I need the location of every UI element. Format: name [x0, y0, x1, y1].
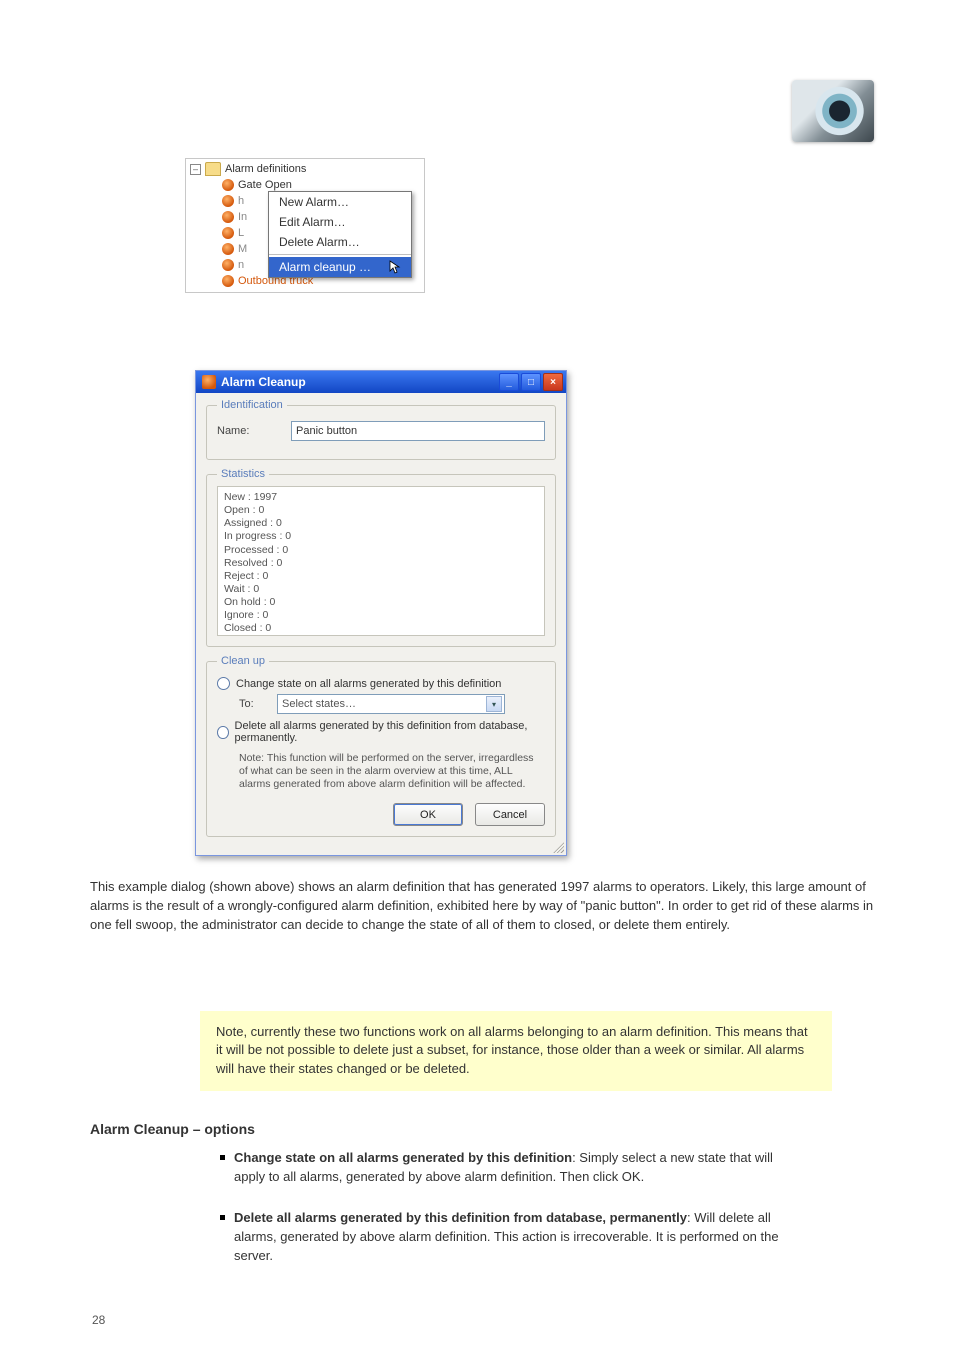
stat-row: Open : 0	[224, 504, 538, 517]
alarm-cleanup-dialog: Alarm Cleanup _ □ × Identification Name:…	[195, 370, 567, 856]
stat-row: Processed : 0	[224, 544, 538, 557]
ctx-delete-alarm[interactable]: Delete Alarm…	[269, 232, 411, 252]
cleanup-group: Clean up Change state on all alarms gene…	[206, 655, 556, 837]
cancel-button[interactable]: Cancel	[475, 803, 545, 826]
stat-row: Closed : 0	[224, 622, 538, 635]
ok-button[interactable]: OK	[393, 803, 463, 826]
name-field-value: Panic button	[296, 425, 357, 437]
state-select[interactable]: Select states… ▾	[277, 694, 505, 714]
body-text: This example dialog (shown above) shows …	[90, 878, 874, 1288]
identification-group: Identification Name: Panic button	[206, 399, 556, 460]
tree-item-label: M	[238, 243, 247, 255]
statistics-legend: Statistics	[217, 468, 269, 480]
stat-row: Resolved : 0	[224, 557, 538, 570]
stat-row: On hold : 0	[224, 596, 538, 609]
to-label: To:	[239, 698, 265, 710]
folder-icon	[205, 162, 221, 176]
dialog-titlebar[interactable]: Alarm Cleanup _ □ ×	[196, 371, 566, 393]
alarm-icon	[222, 243, 234, 255]
paragraph: This example dialog (shown above) shows …	[90, 878, 874, 935]
radio-delete-all[interactable]: Delete all alarms generated by this defi…	[217, 720, 545, 744]
context-menu: New Alarm… Edit Alarm… Delete Alarm… Ala…	[268, 191, 412, 278]
radio-icon	[217, 677, 230, 690]
ctx-new-alarm[interactable]: New Alarm…	[269, 192, 411, 212]
radio-change-state-label: Change state on all alarms generated by …	[236, 678, 501, 690]
note-box: Note, currently these two functions work…	[200, 1011, 832, 1092]
list-item-lead: Delete all alarms generated by this defi…	[234, 1210, 687, 1225]
collapse-icon: –	[190, 164, 201, 175]
statistics-box: New : 1997 Open : 0 Assigned : 0 In prog…	[217, 486, 545, 636]
stat-row: In progress : 0	[224, 530, 538, 543]
ctx-alarm-cleanup[interactable]: Alarm cleanup …	[269, 257, 411, 277]
ctx-edit-alarm[interactable]: Edit Alarm…	[269, 212, 411, 232]
resize-grip-icon[interactable]	[552, 841, 564, 853]
alarm-icon	[222, 227, 234, 239]
minimize-button[interactable]: _	[499, 373, 519, 391]
chevron-down-icon: ▾	[486, 696, 502, 712]
stat-row: Assigned : 0	[224, 517, 538, 530]
tree-item-label: h	[238, 195, 244, 207]
page-number: 28	[92, 1313, 105, 1327]
stat-row: Reject : 0	[224, 570, 538, 583]
stat-row: Ignore : 0	[224, 609, 538, 622]
dialog-title: Alarm Cleanup	[221, 375, 306, 389]
tree-item-label: In	[238, 211, 247, 223]
statistics-group: Statistics New : 1997 Open : 0 Assigned …	[206, 468, 556, 647]
alarm-icon	[222, 179, 234, 191]
section-heading: Alarm Cleanup – options	[90, 1119, 874, 1139]
alarm-icon	[222, 195, 234, 207]
list-item-lead: Change state on all alarms generated by …	[234, 1150, 572, 1165]
tree-item-label: Gate Open	[238, 179, 292, 191]
identification-legend: Identification	[217, 399, 287, 411]
context-menu-separator	[269, 254, 411, 255]
radio-icon	[217, 726, 229, 739]
maximize-button[interactable]: □	[521, 373, 541, 391]
name-label: Name:	[217, 425, 273, 437]
cleanup-note: Note: This function will be performed on…	[239, 752, 539, 791]
alarm-icon	[222, 275, 234, 287]
tree-item-label: L	[238, 227, 244, 239]
name-field[interactable]: Panic button	[291, 421, 545, 441]
list-item: Change state on all alarms generated by …	[220, 1149, 780, 1187]
alarm-icon	[222, 259, 234, 271]
tree-screenshot: – Alarm definitions Gate Open h In L M n…	[185, 158, 425, 293]
tree-item-label: n	[238, 259, 244, 271]
bullet-list: Change state on all alarms generated by …	[220, 1149, 780, 1265]
brand-image	[792, 80, 874, 142]
state-select-placeholder: Select states…	[282, 698, 356, 710]
tree-root-label: Alarm definitions	[225, 163, 306, 175]
dialog-title-icon	[202, 375, 216, 389]
stat-row: New : 1997	[224, 491, 538, 504]
stat-row: Auto closed : 0	[224, 635, 538, 636]
stat-row: Wait : 0	[224, 583, 538, 596]
radio-change-state[interactable]: Change state on all alarms generated by …	[217, 677, 545, 690]
close-button[interactable]: ×	[543, 373, 563, 391]
cleanup-legend: Clean up	[217, 655, 269, 667]
alarm-icon	[222, 211, 234, 223]
tree-root: – Alarm definitions	[190, 161, 420, 177]
ctx-alarm-cleanup-label: Alarm cleanup …	[279, 260, 371, 274]
radio-delete-all-label: Delete all alarms generated by this defi…	[235, 720, 545, 744]
list-item: Delete all alarms generated by this defi…	[220, 1209, 780, 1266]
cursor-icon	[389, 260, 401, 274]
